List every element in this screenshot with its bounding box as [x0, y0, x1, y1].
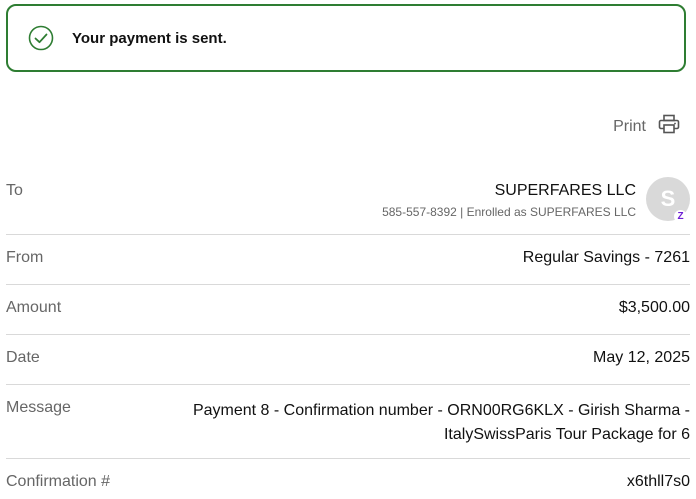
- check-circle-icon: [28, 25, 54, 51]
- date-value: May 12, 2025: [593, 349, 690, 366]
- detail-row-date: Date May 12, 2025: [6, 335, 690, 385]
- recipient-name: SUPERFARES LLC: [494, 182, 636, 199]
- message-label: Message: [6, 399, 71, 416]
- detail-row-to: To SUPERFARES LLC 585-557-8392 | Enrolle…: [6, 168, 690, 235]
- from-value: Regular Savings - 7261: [522, 249, 690, 266]
- recipient-info: SUPERFARES LLC 585-557-8392 | Enrolled a…: [382, 182, 636, 219]
- avatar-initial: S: [660, 186, 676, 211]
- payment-sent-banner: Your payment is sent.: [6, 4, 686, 72]
- date-label: Date: [6, 349, 40, 366]
- recipient-details: 585-557-8392 | Enrolled as SUPERFARES LL…: [382, 205, 636, 219]
- zelle-badge-icon: Z: [674, 210, 687, 223]
- detail-row-from: From Regular Savings - 7261: [6, 235, 690, 285]
- from-label: From: [6, 249, 44, 266]
- confirmation-value: x6thll7s0: [626, 473, 690, 490]
- message-value: Payment 8 - Confirmation number - ORN00R…: [192, 402, 690, 443]
- detail-row-amount: Amount $3,500.00: [6, 285, 690, 335]
- banner-message: Your payment is sent.: [72, 29, 227, 47]
- amount-value: $3,500.00: [618, 299, 690, 316]
- to-label: To: [6, 182, 23, 199]
- printer-icon: [646, 114, 680, 139]
- print-label: Print: [613, 117, 646, 135]
- amount-label: Amount: [6, 299, 62, 316]
- detail-row-confirmation: Confirmation # x6thll7s0: [6, 459, 690, 499]
- detail-row-message: Message Payment 8 - Confirmation number …: [6, 385, 690, 459]
- print-button[interactable]: Print: [613, 114, 680, 139]
- confirmation-label: Confirmation #: [6, 473, 111, 490]
